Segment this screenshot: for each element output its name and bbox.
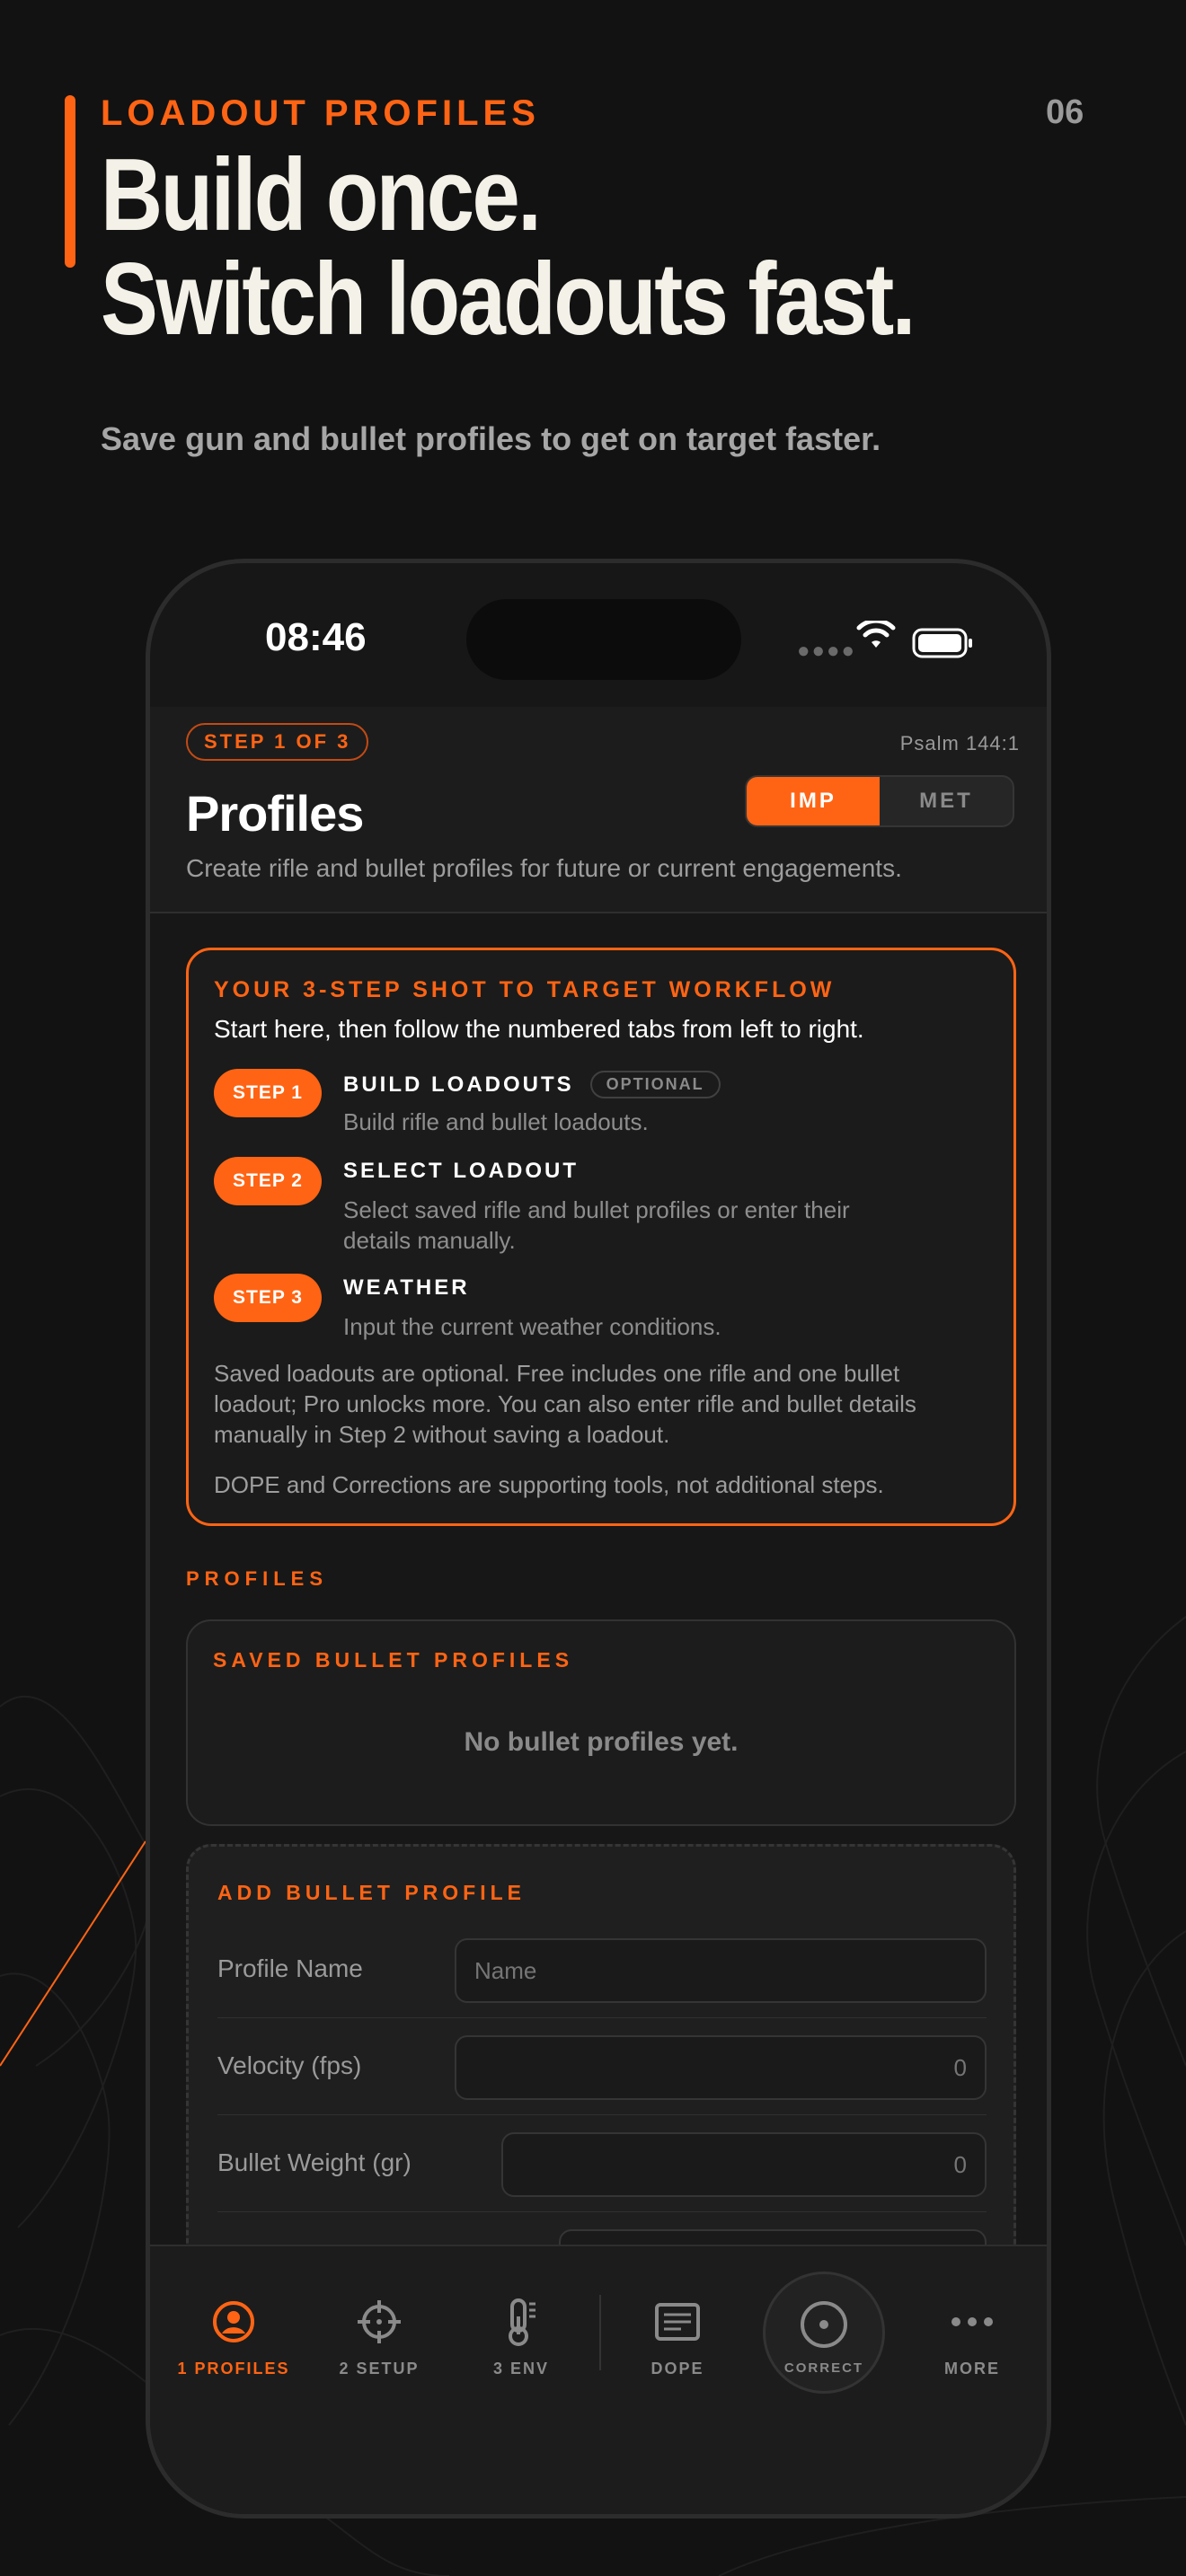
workflow-intro: Start here, then follow the numbered tab… (214, 1015, 864, 1043)
tab-correct-label: CORRECT (783, 2360, 864, 2376)
page-subtitle: Create rifle and bullet profiles for fut… (186, 854, 902, 882)
add-bullet-profile-card: ADD BULLET PROFILE Profile Name Velocity… (186, 1844, 1016, 2311)
step-2-description: Select saved rifle and bullet profiles o… (343, 1196, 850, 1254)
headline: Build once. Switch loadouts fast. (101, 138, 916, 357)
phone-frame: 08:46 ●●●● STEP 1 OF 3 Psalm 144:1 Profi… (146, 559, 1051, 2519)
step-3-description: Input the current weather conditions. (343, 1313, 721, 1340)
more-dots-icon (951, 2317, 993, 2326)
velocity-label: Velocity (fps) (217, 2051, 362, 2079)
tab-profiles-label: 1 PROFILES (177, 2360, 290, 2378)
headline-line-2: Switch loadouts fast. (101, 243, 916, 357)
tab-setup[interactable]: 2 SETUP (321, 2295, 438, 2378)
bullet-weight-label: Bullet Weight (gr) (217, 2148, 412, 2176)
step-3-badge: STEP 3 (214, 1274, 322, 1322)
accent-bar (65, 95, 75, 268)
workflow-card: YOUR 3-STEP SHOT TO TARGET WORKFLOW Star… (186, 948, 1016, 1526)
tab-dope-label: DOPE (651, 2360, 704, 2378)
page-number: 06 (1046, 93, 1084, 131)
step-1-name-text: BUILD LOADOUTS (343, 1072, 574, 1097)
workflow-title: YOUR 3-STEP SHOT TO TARGET WORKFLOW (214, 977, 836, 1002)
step-1-name: BUILD LOADOUTS OPTIONAL (343, 1071, 721, 1098)
battery-icon (912, 628, 972, 658)
subhead: Save gun and bullet profiles to get on t… (101, 420, 881, 457)
saved-bullet-profiles-card: SAVED BULLET PROFILES No bullet profiles… (186, 1619, 1016, 1826)
tab-environment[interactable]: 3 ENV (463, 2295, 580, 2378)
profile-name-row: Profile Name (217, 1920, 987, 2018)
optional-tag: OPTIONAL (589, 1071, 721, 1098)
bullet-weight-row: Bullet Weight (gr) (217, 2114, 987, 2212)
step-indicator: STEP 1 OF 3 (186, 723, 369, 761)
status-time: 08:46 (265, 615, 367, 659)
unit-toggle[interactable]: IMP MET (745, 775, 1014, 827)
tab-setup-label: 2 SETUP (339, 2360, 420, 2378)
tab-correct[interactable]: CORRECT (763, 2272, 885, 2394)
tab-divider (599, 2295, 601, 2370)
step-1-description: Build rifle and bullet loadouts. (343, 1108, 649, 1135)
target-icon (801, 2301, 847, 2348)
user-circle-icon (213, 2301, 254, 2342)
dynamic-island (466, 599, 741, 680)
screen-header: STEP 1 OF 3 Psalm 144:1 Profiles IMP MET… (150, 707, 1047, 913)
saved-profiles-title: SAVED BULLET PROFILES (213, 1648, 574, 1672)
add-profile-title: ADD BULLET PROFILE (217, 1881, 526, 1904)
workflow-note-tools: DOPE and Corrections are supporting tool… (214, 1471, 884, 1498)
profile-name-label: Profile Name (217, 1954, 363, 1982)
tab-profiles[interactable]: 1 PROFILES (175, 2295, 292, 2378)
velocity-input[interactable] (455, 2035, 987, 2100)
thermometer-icon (509, 2298, 535, 2346)
workflow-note-loadouts: Saved loadouts are optional. Free includ… (214, 1360, 916, 1448)
bullet-weight-input[interactable] (501, 2132, 987, 2197)
headline-line-1: Build once. (101, 138, 542, 252)
tab-bar: 1 PROFILES 2 SETUP 3 ENV DOPE CORRECT MO… (150, 2245, 1047, 2514)
step-1-badge: STEP 1 (214, 1069, 322, 1117)
profiles-section-label: PROFILES (186, 1567, 329, 1590)
empty-state-message: No bullet profiles yet. (464, 1727, 739, 1757)
cellular-signal-icon: ●●●● (797, 639, 856, 663)
tab-more-label: MORE (944, 2360, 1000, 2378)
velocity-row: Velocity (fps) (217, 2017, 987, 2115)
page-title: Profiles (186, 785, 364, 842)
unit-imperial-button[interactable]: IMP (747, 777, 880, 825)
tab-more[interactable]: MORE (914, 2295, 1031, 2378)
profile-name-input[interactable] (455, 1938, 987, 2003)
eyebrow-label: LOADOUT PROFILES (101, 93, 540, 133)
step-2-badge: STEP 2 (214, 1157, 322, 1205)
tab-environment-label: 3 ENV (492, 2360, 550, 2378)
step-3-name: WEATHER (343, 1275, 470, 1300)
tab-dope[interactable]: DOPE (619, 2295, 736, 2378)
crosshair-icon (358, 2300, 401, 2343)
wifi-icon (856, 621, 896, 648)
unit-metric-button[interactable]: MET (880, 777, 1013, 825)
dope-card-icon (655, 2303, 700, 2341)
step-2-name: SELECT LOADOUT (343, 1159, 579, 1183)
verse-reference: Psalm 144:1 (899, 732, 1020, 754)
